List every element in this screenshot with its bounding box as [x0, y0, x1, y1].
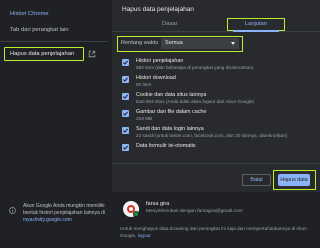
dialog-divider — [112, 163, 320, 164]
time-range-value: Semua — [165, 40, 183, 46]
sidebar-item-label: Hapus data penjelajahan — [10, 51, 75, 57]
account-sync-status: Menyinkronkan dengan farsagira@gmail.com — [146, 209, 243, 214]
info-icon — [9, 207, 16, 214]
myactivity-link[interactable]: myactivity.google.com — [23, 217, 72, 223]
dialog-title: Hapus data penjelajahan — [122, 6, 194, 13]
account-name: farsa gira — [146, 201, 170, 207]
dialog-footer: farsa gira Menyinkronkan dengan farsagir… — [112, 192, 320, 248]
time-range-label: Rentang waktu — [121, 40, 159, 46]
sidebar-item-histori-chrome[interactable]: Histori Chrome — [10, 11, 49, 17]
cancel-button[interactable]: Batal — [242, 174, 271, 186]
time-range-select[interactable]: Semua — [161, 38, 239, 49]
option-subtitle: 682 item (dan beberapa di perangkat yang… — [136, 65, 254, 70]
checkbox[interactable] — [122, 144, 129, 151]
dialog-tabs: Dasar Lanjutan — [112, 18, 320, 32]
data-options-list: Histori penjelajahan 682 item (dan beber… — [112, 56, 320, 160]
option-title: Data formulir isi-otomatis — [136, 143, 196, 149]
clear-data-dialog: Hapus data penjelajahan Dasar Lanjutan R… — [112, 0, 320, 248]
tab-lanjutan-label: Lanjutan — [244, 21, 268, 27]
sidebar-divider — [0, 41, 108, 42]
activity-info-text: Akun Google Anda mungkin memiliki bentuk… — [23, 203, 105, 224]
open-in-new-icon[interactable] — [88, 50, 96, 58]
option-title: Cookie dan data situs lainnya — [136, 92, 207, 98]
option-title: Gambar dan file dalam cache — [136, 109, 207, 115]
checkbox[interactable] — [122, 127, 129, 134]
sidebar-item-tab-perangkat-lain[interactable]: Tab dari perangkat lain — [10, 27, 69, 33]
option-title: Histori penjelajahan — [136, 58, 184, 64]
option-title: Histori download — [136, 75, 176, 81]
clear-data-button[interactable]: Hapus data — [278, 173, 310, 186]
tab-dasar[interactable]: Dasar — [162, 21, 177, 27]
footer-note: Untuk menghapus data browsing dari peran… — [120, 226, 320, 239]
sidebar-item-hapus-data[interactable]: Hapus data penjelajahan — [4, 47, 84, 61]
checkbox[interactable] — [122, 93, 129, 100]
option-subtitle: 92 item — [136, 82, 152, 87]
activity-info-body: Akun Google Anda mungkin memiliki bentuk… — [23, 203, 106, 216]
checkbox[interactable] — [122, 110, 129, 117]
option-subtitle: 318 MB — [136, 116, 153, 121]
settings-sidebar: Histori Chrome Tab dari perangkat lain H… — [0, 0, 108, 248]
sync-status-icon — [133, 211, 139, 217]
option-title: Sandi dan data login lainnya — [136, 126, 204, 132]
option-formulir[interactable]: Data formulir isi-otomatis — [122, 143, 312, 160]
chevron-down-icon — [231, 42, 235, 45]
confirm-button-highlight: Hapus data — [273, 170, 316, 190]
checkbox[interactable] — [122, 76, 129, 83]
logout-link[interactable]: logout — [138, 233, 151, 238]
option-subtitle: Dari 504 situs (Anda tidak akan logout d… — [136, 99, 255, 104]
option-subtitle: 22 sandi (untuk twitter.com, facebook.co… — [136, 133, 288, 138]
active-tab-indicator — [233, 30, 279, 32]
checkbox[interactable] — [122, 59, 129, 66]
time-range-row: Rentang waktu Semua — [117, 36, 243, 52]
